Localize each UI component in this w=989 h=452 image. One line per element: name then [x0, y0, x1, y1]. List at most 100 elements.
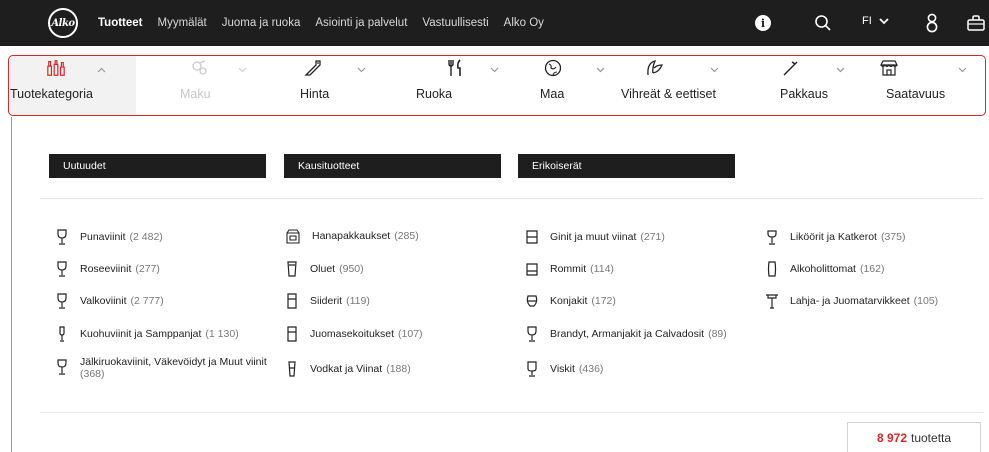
category-roseeviinit[interactable]: Roseeviinit (277)	[55, 261, 160, 277]
category-count: (107)	[398, 328, 423, 340]
header-actions: i FI	[740, 0, 989, 46]
chevron-down-icon	[836, 67, 845, 73]
category-name: Siiderit	[310, 295, 343, 307]
category-name: Lahja- ja Juomatarvikkeet	[790, 295, 910, 307]
result-count: 8 972	[876, 430, 907, 445]
category-count: (114)	[590, 263, 614, 275]
wine-glass-icon	[57, 261, 67, 277]
category-vodkat[interactable]: Vodkat ja Viinat (188)	[285, 361, 411, 377]
language-label: FI	[862, 15, 872, 27]
filter-tab-maa[interactable]: Maa	[528, 55, 628, 115]
filter-label: Ruoka	[416, 87, 453, 101]
result-label: tuotetta	[911, 430, 952, 445]
category-count: (375)	[880, 231, 906, 243]
category-valkoviinit[interactable]: Valkoviinit (2 777)	[55, 293, 164, 309]
category-count: (119)	[346, 295, 370, 307]
category-juomasekoitukset[interactable]: Juomasekoitukset (107)	[285, 326, 423, 342]
cider-glass-icon	[287, 326, 297, 342]
category-name: Jälkiruokaviinit, Väkevöidyt ja Muut vii…	[80, 356, 267, 368]
tumbler-icon	[526, 230, 538, 244]
main-menu: Tuotteet Myymälät Juoma ja ruoka Asioint…	[98, 0, 559, 46]
alko-logo[interactable]: Alko	[48, 8, 78, 38]
nav-link-tuotteet[interactable]: Tuotteet	[98, 17, 143, 29]
wine-glass-icon	[57, 293, 67, 309]
bag-in-box-icon	[286, 229, 300, 244]
filter-label: Maku	[180, 87, 211, 101]
filter-tab-ruoka[interactable]: Ruoka	[408, 55, 508, 115]
category-name: Punaviinit	[80, 231, 126, 243]
shopping-bag-icon[interactable]	[966, 13, 986, 33]
chevron-down-icon	[357, 67, 366, 73]
tag-erikoiserat[interactable]: Erikoiserät	[518, 154, 735, 178]
filter-tab-tuotekategoria[interactable]: Tuotekategoria	[10, 55, 136, 115]
search-icon[interactable]	[813, 13, 833, 33]
result-count-badge[interactable]: 8 972 tuotetta	[847, 422, 981, 452]
category-name: Liköörit ja Katkerot	[790, 231, 877, 243]
brandy-glass-icon	[527, 326, 537, 342]
category-punaviinit[interactable]: Punaviinit (2 482)	[55, 229, 163, 245]
category-count: (950)	[339, 263, 364, 275]
category-name: Roseeviinit	[80, 263, 132, 275]
shot-glass-icon	[288, 361, 296, 377]
snifter-icon	[526, 295, 538, 307]
cider-glass-icon	[287, 293, 297, 309]
nav-link-asiointi[interactable]: Asiointi ja palvelut	[315, 17, 407, 29]
category-rommit[interactable]: Rommit (114)	[525, 261, 614, 277]
category-jalkiruokaviinit[interactable]: Jälkiruokaviinit, Väkevöidyt ja Muut vii…	[55, 356, 285, 380]
category-name: Hanapakkaukset	[312, 230, 391, 242]
user-icon[interactable]	[924, 12, 940, 34]
category-oluet[interactable]: Oluet (950)	[285, 261, 364, 277]
top-navigation: Alko Tuotteet Myymälät Juoma ja ruoka As…	[0, 0, 989, 46]
category-kuohuviinit[interactable]: Kuohuviinit ja Samppanjat (1 130)	[55, 326, 239, 342]
category-konjakit[interactable]: Konjakit (172)	[525, 293, 616, 309]
filter-tab-hinta[interactable]: Hinta	[293, 55, 393, 115]
category-brandyt[interactable]: Brandyt, Armanjakit ja Calvadosit (89)	[525, 326, 727, 342]
category-count: (2 777)	[130, 295, 164, 307]
category-alkoholittomat[interactable]: Alkoholittomat (162)	[765, 261, 884, 277]
divider	[40, 412, 983, 413]
dessert-wine-glass-icon	[57, 359, 67, 375]
category-name: Kuohuviinit ja Samppanjat	[80, 328, 202, 340]
chevron-down-icon	[879, 17, 889, 24]
category-lahja-ja-juomatarvikkeet[interactable]: Lahja- ja Juomatarvikkeet (105)	[765, 293, 938, 309]
tag-kausituotteet[interactable]: Kausituotteet	[284, 154, 501, 178]
category-count: (2 482)	[129, 231, 163, 243]
nav-link-juoma-ja-ruoka[interactable]: Juoma ja ruoka	[222, 17, 301, 29]
category-count: (105)	[913, 295, 939, 307]
store-icon	[880, 60, 898, 76]
filter-label: Pakkaus	[780, 87, 828, 101]
category-viskit[interactable]: Viskit (436)	[525, 361, 603, 377]
category-name: Rommit	[550, 263, 587, 275]
chevron-down-icon	[710, 67, 719, 73]
category-siiderit[interactable]: Siiderit (119)	[285, 293, 370, 309]
category-ginit[interactable]: Ginit ja muut viinat (271)	[525, 229, 665, 245]
language-selector[interactable]: FI	[862, 15, 889, 27]
filter-tab-vihreat-eettiset[interactable]: Vihreät & eettiset	[618, 55, 743, 115]
filter-label: Maa	[540, 87, 565, 101]
tumbler-icon	[526, 263, 538, 276]
category-name: Juomasekoitukset	[310, 328, 395, 340]
filter-tab-saatavuus[interactable]: Saatavuus	[870, 55, 985, 115]
category-liköörit[interactable]: Liköörit ja Katkerot (375)	[765, 229, 905, 245]
nav-link-myymalat[interactable]: Myymälät	[158, 17, 207, 29]
wine-glass-icon	[57, 229, 67, 245]
category-name: Konjakit	[550, 295, 588, 307]
nav-link-alko-oy[interactable]: Alko Oy	[504, 17, 544, 29]
category-hanapakkaukset[interactable]: Hanapakkaukset (285)	[285, 228, 419, 244]
nav-link-vastuullisesti[interactable]: Vastuullisesti	[422, 17, 488, 29]
beer-glass-icon	[287, 261, 297, 277]
filter-tabs: Tuotekategoria Maku Hinta Ruoka Maa Vihr…	[8, 55, 989, 117]
filter-label: Vihreät & eettiset	[621, 87, 716, 101]
category-name: Ginit ja muut viinat	[550, 231, 637, 243]
chevron-down-icon	[596, 67, 605, 73]
category-count: (277)	[135, 263, 160, 275]
category-name: Alkoholittomat	[790, 263, 856, 275]
filter-tab-pakkaus[interactable]: Pakkaus	[768, 55, 868, 115]
divider	[40, 198, 983, 199]
chevron-down-icon	[490, 67, 499, 73]
category-count: (271)	[640, 231, 665, 243]
whisky-glass-icon	[527, 361, 537, 377]
category-count: (1 130)	[205, 328, 239, 340]
info-icon[interactable]: i	[755, 15, 771, 31]
tag-uutuudet[interactable]: Uutuudet	[49, 154, 266, 178]
